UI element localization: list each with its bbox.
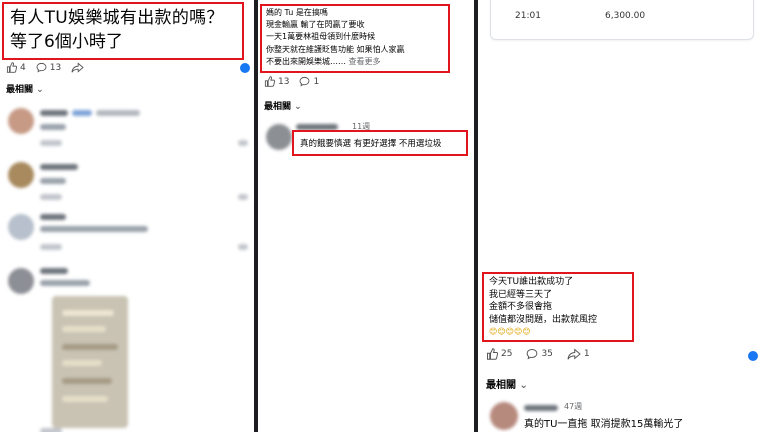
chevron-down-icon: ⌄ (519, 380, 528, 391)
sort-label: 最相關 (486, 380, 516, 391)
comment-button[interactable]: 1 (299, 76, 319, 87)
sort-label: 最相關 (264, 102, 292, 112)
reaction-badge-icon (748, 351, 758, 361)
comment-icon (527, 349, 538, 360)
post-line-5-text: 不要出來開娛樂城…… (266, 56, 346, 66)
reaction-badge-icon (240, 63, 250, 73)
post-line-1: 媽的 Tu 是在搞嗎 (266, 8, 328, 17)
sort-menu[interactable]: 最相關 ⌄ (486, 376, 528, 391)
avatar (8, 162, 34, 188)
comment-count: 1 (313, 76, 320, 87)
post-line-3: 金額不多很會拖 (489, 302, 553, 312)
avatar (8, 108, 34, 134)
comment-text: 真的TU一直拖 取消提款15萬輸光了 (524, 419, 684, 430)
comment-count: 35 (541, 349, 553, 359)
post-line-1: 今天TU誰出款成功了 (489, 277, 574, 287)
like-count: 13 (278, 76, 290, 87)
highlighted-post-text: 有人TU娛樂城有出款的嗎？ 等了6個小時了 (2, 2, 244, 60)
post-panel-2: 媽的 Tu 是在搞嗎 現金輸贏 輸了在閃贏了要收 一天1萬要林祖母領到什麼時候 … (258, 0, 474, 432)
sort-menu[interactable]: 最相關 ⌄ (6, 82, 44, 95)
share-button[interactable]: 1 (567, 348, 590, 360)
avatar (8, 268, 34, 294)
comment-icon (300, 76, 310, 87)
chevron-down-icon: ⌄ (294, 102, 302, 112)
post-line-2: 我已經等三天了 (489, 289, 553, 300)
post-line-3: 一天1萬要林祖母領到什麼時候 (266, 32, 376, 42)
post-line-4: 儲值都沒問題，出款就風控 (489, 314, 598, 325)
avatar (490, 402, 518, 430)
highlighted-post-text: 媽的 Tu 是在搞嗎 現金輸贏 輸了在閃贏了要收 一天1萬要林祖母領到什麼時候 … (260, 4, 450, 73)
post-line-2: 現金輸贏 輸了在閃贏了要收 (266, 20, 365, 30)
highlighted-comment: 真的餓要慎選 有更好選擇 不用選垃圾 (292, 130, 468, 156)
chevron-down-icon: ⌄ (36, 85, 44, 95)
comment-count: 13 (49, 62, 62, 73)
post-reactions: 4 13 (6, 62, 97, 73)
blurred-image (52, 296, 128, 428)
comment-button[interactable]: 13 (36, 62, 61, 73)
post-panel-1: 有人TU娛樂城有出款的嗎？ 等了6個小時了 4 13 最相關 ⌄ (0, 0, 254, 432)
share-icon (567, 348, 581, 360)
highlighted-post-text: 今天TU誰出款成功了 我已經等三天了 金額不多很會拖 儲值都沒問題，出款就風控 … (482, 272, 634, 342)
sort-menu[interactable]: 最相關 ⌄ (264, 99, 302, 112)
share-count: 1 (583, 349, 590, 359)
like-count: 25 (501, 349, 513, 359)
post-line-5: 不要出來開娛樂城…… 查看更多 (266, 56, 444, 68)
sort-label: 最相關 (6, 85, 34, 95)
avatar (266, 124, 292, 150)
avatar (8, 214, 34, 240)
thumbs-up-icon (264, 76, 275, 87)
post-line-1: 有人TU娛樂城有出款的嗎？ (10, 8, 224, 28)
thumbs-up-icon (6, 62, 17, 73)
emoji-row: 😊😊😊😊😊 (489, 327, 531, 336)
transaction-amount: 6,300.00 (605, 11, 646, 21)
post-reactions: 25 35 1 (486, 348, 600, 360)
transaction-time: 21:01 (515, 11, 541, 21)
post-line-2: 等了6個小時了 (10, 32, 123, 52)
comment-button[interactable]: 35 (526, 348, 553, 360)
thumbs-up-icon (487, 348, 498, 360)
comment-text: 真的餓要慎選 有更好選擇 不用選垃圾 (300, 139, 442, 149)
share-button[interactable] (71, 62, 87, 73)
like-button[interactable]: 13 (264, 76, 289, 87)
post-panel-3: 21:01 6,300.00 今天TU誰出款成功了 我已經等三天了 金額不多很會… (478, 0, 768, 432)
see-more-link[interactable]: 查看更多 (349, 57, 381, 66)
comment-time: 47週 (564, 402, 583, 411)
post-line-4: 你整天就在維護貶售功能 如果怕人家贏 (266, 44, 405, 54)
like-button[interactable]: 4 (6, 62, 26, 73)
share-icon (71, 62, 84, 73)
post-reactions: 13 1 (264, 76, 329, 87)
transaction-card: 21:01 6,300.00 (490, 0, 754, 40)
like-button[interactable]: 25 (486, 348, 512, 360)
comment-icon (36, 62, 47, 73)
like-count: 4 (20, 62, 26, 73)
